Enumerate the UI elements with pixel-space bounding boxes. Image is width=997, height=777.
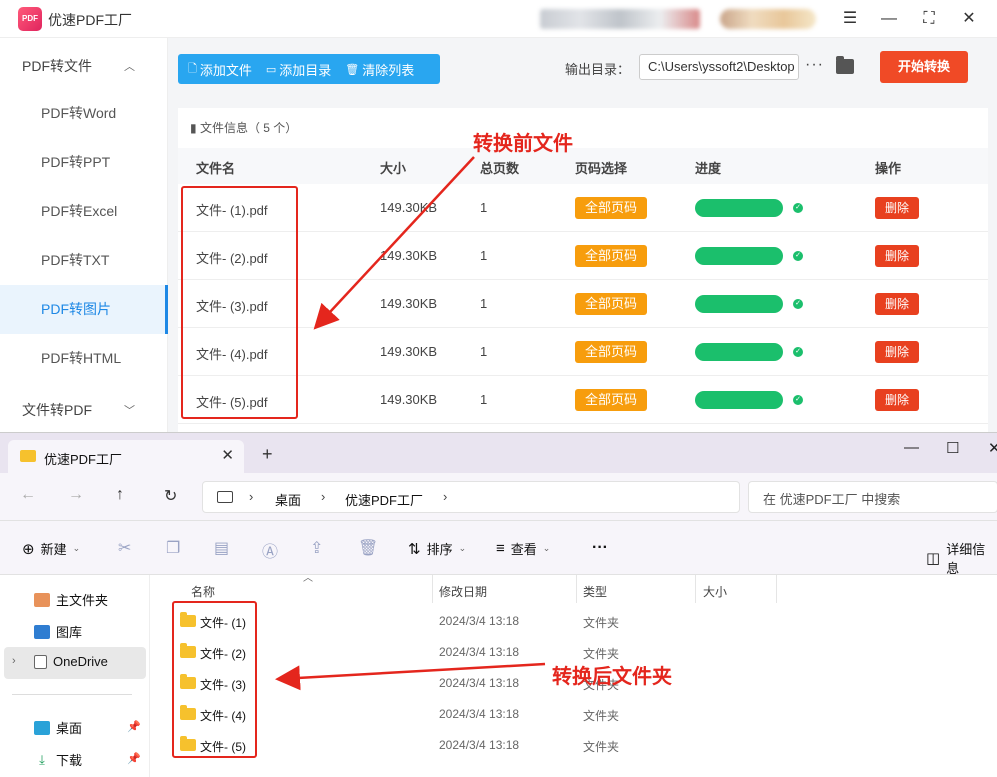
annotation-arrow-before xyxy=(313,156,475,330)
annotation-arrows xyxy=(275,156,546,691)
annotation-arrow-after xyxy=(275,662,546,691)
